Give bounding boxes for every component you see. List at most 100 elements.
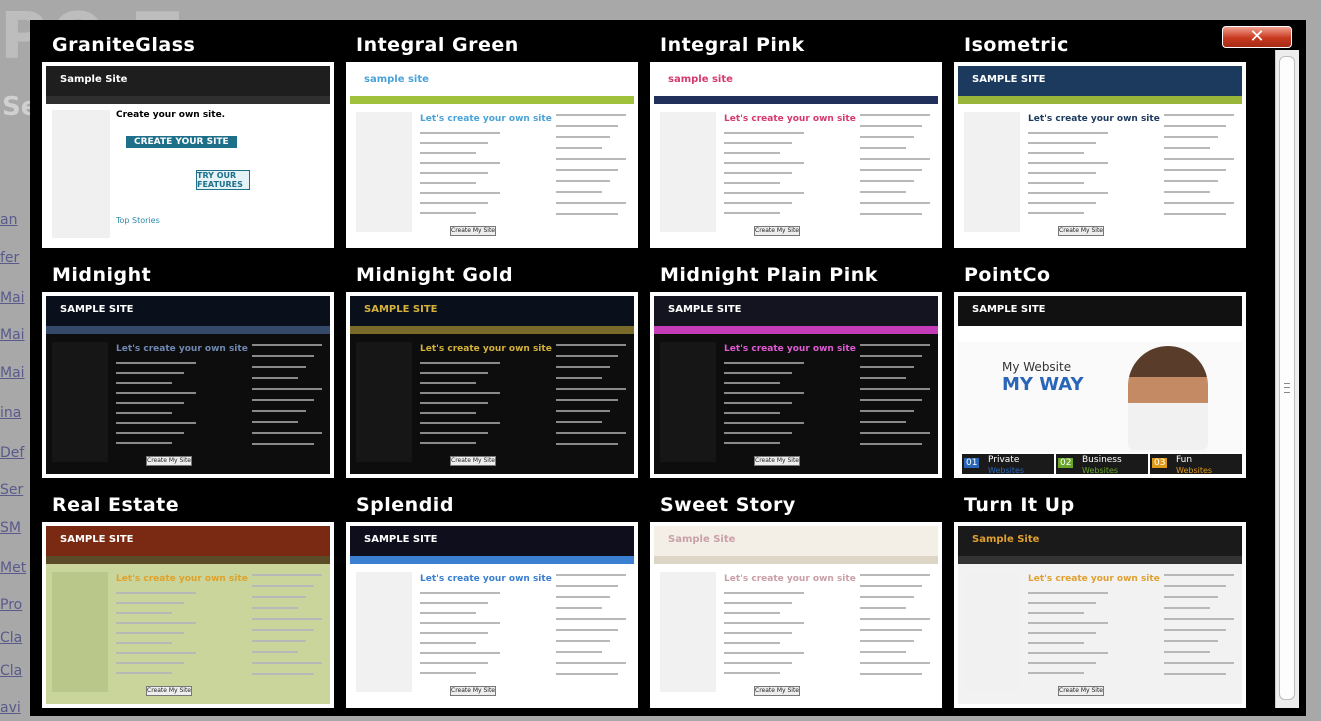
- theme-thumbnail[interactable]: SAMPLE SITE My Website MY WAY 01 Private Webs…: [954, 292, 1246, 478]
- theme-thumbnail[interactable]: SAMPLE SITE Let's create your own site Cre…: [42, 522, 334, 708]
- close-button[interactable]: ✕: [1222, 26, 1292, 48]
- thumbnail-form-line: [724, 442, 780, 444]
- thumbnail-text-line: [252, 432, 322, 434]
- thumbnail-text-line: [860, 158, 930, 160]
- thumbnail-form-line: [420, 422, 500, 424]
- theme-thumbnail[interactable]: SAMPLE SITE Let's create your own site Cre…: [42, 292, 334, 478]
- thumbnail-text-line: [1164, 640, 1218, 642]
- pointco-tile: 01 Private Websites: [962, 454, 1054, 474]
- thumbnail-text-line: [860, 662, 930, 664]
- thumbnail-form-line: [420, 632, 488, 634]
- thumbnail-nav-bar: [654, 96, 938, 104]
- thumbnail-form-line: [420, 402, 488, 404]
- thumbnail-text-line: [252, 673, 314, 675]
- thumbnail-nav-bar: [958, 556, 1242, 564]
- thumbnail-form-line: [724, 142, 792, 144]
- thumbnail-form-line: [1028, 662, 1096, 664]
- theme-thumbnail[interactable]: SAMPLE SITE Let's create your own site Cre…: [346, 522, 638, 708]
- thumbnail-form-line: [116, 372, 184, 374]
- thumbnail-sidebar: [356, 112, 412, 232]
- thumbnail-form-line: [116, 392, 196, 394]
- scrollbar-thumb[interactable]: [1279, 56, 1295, 700]
- thumbnail-text-line: [556, 421, 602, 423]
- theme-option[interactable]: Midnight Plain Pink SAMPLE SITE Let's crea…: [650, 264, 942, 478]
- thumbnail-text-line: [252, 607, 298, 609]
- thumbnail-site-name: SAMPLE SITE: [60, 304, 134, 315]
- thumbnail-create-button: Create My Site: [754, 686, 800, 696]
- thumbnail-text-line: [860, 377, 906, 379]
- thumbnail-text-line: [556, 180, 610, 182]
- thumbnail-form-heading: Let's create your own site: [1028, 574, 1160, 584]
- thumbnail-form-heading: Let's create your own site: [1028, 114, 1160, 124]
- theme-thumbnail[interactable]: Sample Site Let's create your own site Cre…: [650, 522, 942, 708]
- background-link: avi: [0, 700, 21, 716]
- thumbnail-form-line: [724, 202, 792, 204]
- thumbnail-form-line: [724, 372, 792, 374]
- thumbnail-form-heading: Let's create your own site: [420, 344, 552, 354]
- theme-option[interactable]: Splendid SAMPLE SITE Let's create your own…: [346, 494, 638, 708]
- pointco-tile-number: 01: [964, 458, 980, 468]
- theme-option[interactable]: Midnight Gold SAMPLE SITE Let's create you…: [346, 264, 638, 478]
- theme-thumbnail[interactable]: SAMPLE SITE Let's create your own site Cre…: [954, 62, 1246, 248]
- theme-option[interactable]: Isometric SAMPLE SITE Let's create your ow…: [954, 34, 1246, 248]
- theme-option[interactable]: Midnight SAMPLE SITE Let's create your own…: [42, 264, 334, 478]
- thumbnail-text-line: [1164, 169, 1226, 171]
- pointco-tile-title: Private: [988, 455, 1020, 465]
- thumbnail-text-line: [860, 399, 922, 401]
- thumbnail-text-line: [556, 213, 618, 215]
- theme-thumbnail[interactable]: sample site Let's create your own site Cre…: [346, 62, 638, 248]
- theme-thumbnail[interactable]: sample site Let's create your own site Cre…: [650, 62, 942, 248]
- thumbnail-form-line: [1028, 642, 1084, 644]
- thumbnail-form-line: [420, 652, 500, 654]
- thumbnail-text-line: [860, 366, 914, 368]
- thumbnail-site-name: SAMPLE SITE: [364, 534, 438, 545]
- thumbnail-site-name: SAMPLE SITE: [364, 304, 438, 315]
- theme-name: Turn It Up: [964, 494, 1075, 516]
- thumbnail-text-line: [556, 169, 618, 171]
- thumbnail-form-heading: Let's create your own site: [116, 574, 248, 584]
- theme-option[interactable]: PointCo SAMPLE SITE My Website MY WAY 01 Priv…: [954, 264, 1246, 478]
- theme-option[interactable]: Integral Pink sample site Let's create you…: [650, 34, 942, 248]
- thumbnail-text-line: [860, 136, 914, 138]
- theme-option[interactable]: Turn It Up Sample Site Let's create your o…: [954, 494, 1246, 708]
- thumbnail-text-line: [556, 191, 602, 193]
- thumbnail-form-line: [1028, 612, 1084, 614]
- theme-option[interactable]: Sweet Story Sample Site Let's create your …: [650, 494, 942, 708]
- thumbnail-text-line: [556, 585, 618, 587]
- thumbnail-form-line: [1028, 212, 1084, 214]
- thumbnail-form-line: [420, 662, 488, 664]
- thumbnail-text-line: [1164, 125, 1226, 127]
- background-link: Ser: [0, 482, 24, 498]
- thumbnail-text-line: [1164, 662, 1234, 664]
- thumbnail-text-line: [556, 125, 618, 127]
- thumbnail-text-line: [860, 147, 906, 149]
- thumbnail-site-name: Sample Site: [668, 534, 736, 545]
- thumbnail-sidebar: [660, 572, 716, 692]
- thumbnail-form-line: [724, 412, 780, 414]
- theme-thumbnail[interactable]: SAMPLE SITE Let's create your own site Cre…: [346, 292, 638, 478]
- thumbnail-text-line: [860, 388, 930, 390]
- thumbnail-text-line: [556, 651, 602, 653]
- thumbnail-form-line: [724, 602, 792, 604]
- thumbnail-form-line: [420, 152, 476, 154]
- thumbnail-form-line: [724, 402, 792, 404]
- theme-name: PointCo: [964, 264, 1051, 286]
- theme-thumbnail[interactable]: Sample Site Create your own site. CREATE Y…: [42, 62, 334, 248]
- theme-option[interactable]: GraniteGlass Sample Site Create your own s…: [42, 34, 334, 248]
- theme-name: Integral Pink: [660, 34, 805, 56]
- theme-thumbnail[interactable]: Sample Site Let's create your own site Cre…: [954, 522, 1246, 708]
- thumbnail-text-line: [1164, 147, 1210, 149]
- theme-name: Midnight: [52, 264, 152, 286]
- thumbnail-form-line: [724, 212, 780, 214]
- thumbnail-form-line: [116, 412, 172, 414]
- thumbnail-text-line: [1164, 158, 1234, 160]
- thumbnail-text-line: [1164, 607, 1210, 609]
- thumbnail-form-line: [420, 432, 488, 434]
- thumbnail-form-line: [724, 632, 792, 634]
- theme-option[interactable]: Real Estate SAMPLE SITE Let's create your …: [42, 494, 334, 708]
- thumbnail-form-line: [420, 412, 476, 414]
- theme-option[interactable]: Integral Green sample site Let's create yo…: [346, 34, 638, 248]
- theme-thumbnail[interactable]: SAMPLE SITE Let's create your own site Cre…: [650, 292, 942, 478]
- modal-scrollbar[interactable]: [1275, 50, 1299, 708]
- thumbnail-create-button: Create My Site: [450, 226, 496, 236]
